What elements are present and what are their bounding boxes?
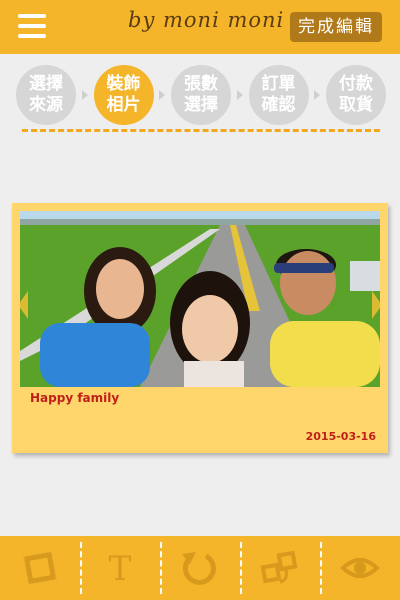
menu-icon-bar — [18, 24, 46, 28]
step-order-confirm[interactable]: 訂單 確認 — [248, 65, 309, 125]
frame-button[interactable] — [0, 536, 80, 600]
brand-logo-text: by moni moni — [128, 8, 285, 32]
chevron-right-icon — [159, 90, 166, 100]
add-text-button[interactable]: T — [80, 536, 160, 600]
rotate-button[interactable] — [160, 536, 240, 600]
photo-card[interactable]: Happy family 2015-03-16 — [12, 203, 388, 453]
next-arrow-icon[interactable] — [372, 291, 380, 319]
step-select-source[interactable]: 選擇 來源 — [16, 65, 76, 125]
replace-photo-button[interactable] — [240, 536, 320, 600]
svg-text:T: T — [109, 549, 132, 588]
previous-arrow-icon[interactable] — [20, 291, 28, 319]
finish-editing-button[interactable]: 完成編輯 — [290, 12, 382, 42]
replace-photo-icon — [260, 550, 298, 584]
preview-button[interactable] — [320, 536, 400, 600]
edit-toolbar: T — [0, 536, 400, 600]
menu-icon-bar — [18, 14, 46, 18]
frame-icon — [23, 551, 57, 585]
chevron-right-icon — [81, 90, 88, 100]
top-bar: by moni moni 完成編輯 — [0, 0, 400, 54]
chevron-right-icon — [314, 90, 321, 100]
text-icon: T — [109, 549, 132, 588]
menu-button[interactable] — [18, 14, 46, 38]
photo-caption[interactable]: Happy family — [30, 391, 119, 405]
photo-image — [20, 211, 380, 387]
step-payment[interactable]: 付款 取貨 — [326, 65, 386, 125]
chevron-right-icon — [236, 90, 243, 100]
step-progress: 選擇 來源 裝飾 相片 張數 選擇 訂單 確認 付款 取貨 — [16, 64, 386, 126]
menu-icon-bar — [18, 34, 46, 38]
photo-date: 2015-03-16 — [305, 430, 376, 443]
step-decorate-photo[interactable]: 裝飾 相片 — [93, 65, 154, 125]
family-photo[interactable] — [20, 211, 380, 387]
rotate-icon — [182, 552, 216, 585]
step-quantity[interactable]: 張數 選擇 — [171, 65, 231, 125]
preview-eye-icon — [340, 558, 380, 578]
divider — [22, 129, 380, 132]
